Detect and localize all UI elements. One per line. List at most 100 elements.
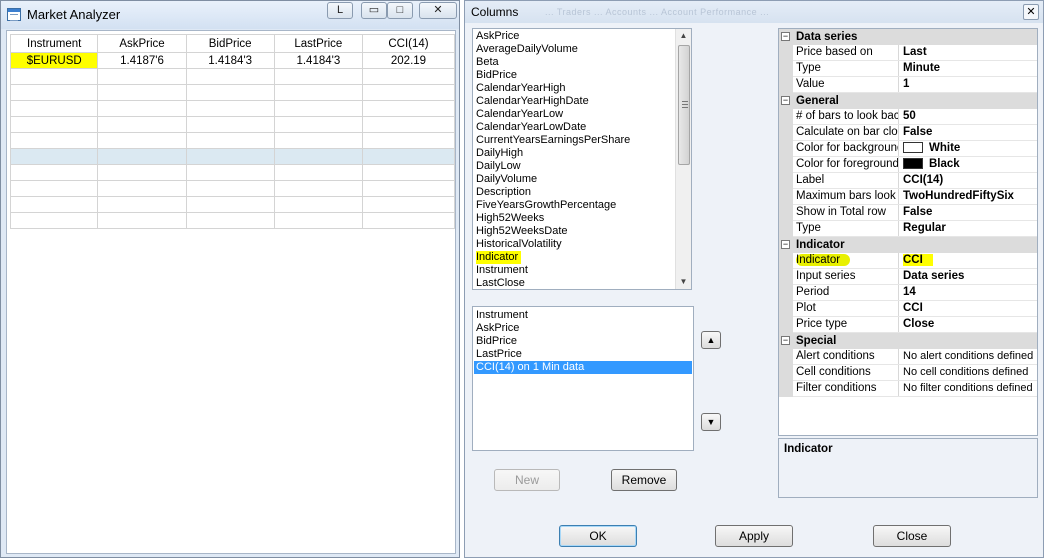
property-row[interactable]: Value 1	[779, 77, 1037, 93]
column-header[interactable]: Instrument	[9, 34, 99, 53]
property-row[interactable]: Alert conditions No alert conditions defi…	[779, 349, 1037, 365]
available-list-scrollbar[interactable]: ▲ ▼	[675, 29, 691, 289]
empty-row[interactable]	[9, 100, 456, 117]
scroll-thumb[interactable]	[678, 45, 690, 165]
market-analyzer-title: Market Analyzer	[27, 7, 121, 22]
property-row[interactable]: Price based on Last	[779, 45, 1037, 61]
collapse-icon[interactable]: −	[781, 32, 790, 41]
apply-button[interactable]: Apply	[715, 525, 793, 547]
available-columns-list[interactable]: AskPrice AverageDailyVolume Beta BidPric…	[472, 28, 692, 290]
bid-price-cell[interactable]: 1.4184'3	[185, 52, 275, 69]
column-header[interactable]: LastPrice	[273, 34, 363, 53]
cci-cell[interactable]: 202.19	[361, 52, 456, 69]
empty-row[interactable]	[9, 212, 456, 229]
move-up-button[interactable]: ▲	[701, 331, 721, 349]
move-down-button[interactable]: ▼	[701, 413, 721, 431]
category-general[interactable]: − General	[779, 93, 1037, 109]
property-row[interactable]: Type Minute	[779, 61, 1037, 77]
market-analyzer-titlebar[interactable]: Market Analyzer L ▭ □ ✕	[1, 1, 459, 29]
property-row[interactable]: Input series Data series	[779, 269, 1037, 285]
scroll-up-arrow-icon[interactable]: ▲	[676, 29, 691, 43]
property-row[interactable]: Price type Close	[779, 317, 1037, 333]
list-item[interactable]: AskPrice	[476, 30, 519, 43]
white-color-swatch	[903, 142, 923, 153]
list-item[interactable]: BidPrice	[476, 69, 517, 82]
collapse-icon[interactable]: −	[781, 96, 790, 105]
property-row[interactable]: Show in Total row False	[779, 205, 1037, 221]
property-row[interactable]: Label CCI(14)	[779, 173, 1037, 189]
column-header[interactable]: AskPrice	[97, 34, 187, 53]
ask-price-cell[interactable]: 1.4187'6	[97, 52, 187, 69]
property-row[interactable]: Color for foreground Black	[779, 157, 1037, 173]
category-data-series[interactable]: − Data series	[779, 29, 1037, 45]
category-special[interactable]: − Special	[779, 333, 1037, 349]
list-item[interactable]: CalendarYearLow	[476, 108, 563, 121]
list-item[interactable]: FiveYearsGrowthPercentage	[476, 199, 616, 212]
columns-dialog-titlebar[interactable]: Columns ... Traders ... Accounts ... Acc…	[465, 1, 1043, 23]
empty-row[interactable]	[9, 132, 456, 149]
ok-button[interactable]: OK	[559, 525, 637, 547]
property-row[interactable]: Type Regular	[779, 221, 1037, 237]
remove-button[interactable]: Remove	[611, 469, 677, 491]
property-row[interactable]: Maximum bars look backTwoHundredFiftySix	[779, 189, 1037, 205]
category-indicator[interactable]: − Indicator	[779, 237, 1037, 253]
collapse-icon[interactable]: −	[781, 336, 790, 345]
empty-row[interactable]	[9, 164, 456, 181]
list-item[interactable]: LastPrice	[474, 348, 692, 361]
property-row[interactable]: Period 14	[779, 285, 1037, 301]
list-item-selected[interactable]: CCI(14) on 1 Min data	[474, 361, 692, 374]
close-icon[interactable]: ✕	[419, 2, 457, 19]
empty-row[interactable]	[9, 68, 456, 85]
property-row[interactable]: # of bars to look back 50	[779, 109, 1037, 125]
minimize-icon[interactable]: ▭	[361, 2, 387, 19]
last-price-cell[interactable]: 1.4184'3	[273, 52, 363, 69]
column-header[interactable]: CCI(14)	[361, 34, 456, 53]
property-row-indicator[interactable]: Indicator CCI	[779, 253, 1037, 269]
list-item[interactable]: CalendarYearHighDate	[476, 95, 589, 108]
property-row[interactable]: Plot CCI	[779, 301, 1037, 317]
list-item[interactable]: Description	[476, 186, 531, 199]
close-icon[interactable]: ✕	[1023, 4, 1039, 20]
property-row[interactable]: Cell conditions No cell conditions define…	[779, 365, 1037, 381]
list-item[interactable]: AskPrice	[474, 322, 692, 335]
list-item[interactable]: Beta	[476, 56, 499, 69]
empty-row[interactable]	[9, 180, 456, 197]
list-item[interactable]: CurrentYearsEarningsPerShare	[476, 134, 630, 147]
property-row[interactable]: Color for background White	[779, 141, 1037, 157]
list-item[interactable]: DailyHigh	[476, 147, 523, 160]
table-row[interactable]: $EURUSD 1.4187'6 1.4184'3 1.4184'3 202.1…	[9, 52, 456, 69]
list-item[interactable]: Instrument	[474, 309, 692, 322]
list-item[interactable]: AverageDailyVolume	[476, 43, 578, 56]
property-grid[interactable]: − Data series Price based on Last Type Min…	[778, 28, 1038, 436]
grid-app-icon	[7, 8, 21, 21]
list-item[interactable]: CalendarYearLowDate	[476, 121, 586, 134]
list-item[interactable]: DailyLow	[476, 160, 521, 173]
link-button[interactable]: L	[327, 2, 353, 19]
scroll-down-arrow-icon[interactable]: ▼	[676, 275, 691, 289]
list-item[interactable]: HistoricalVolatility	[476, 238, 562, 251]
empty-row[interactable]	[9, 84, 456, 101]
market-analyzer-window: Market Analyzer L ▭ □ ✕ Instrument AskPr…	[0, 0, 460, 558]
list-item[interactable]: DailyVolume	[476, 173, 537, 186]
column-header[interactable]: BidPrice	[185, 34, 275, 53]
new-button[interactable]: New	[494, 469, 560, 491]
list-item[interactable]: LastClose	[476, 277, 525, 289]
collapse-icon[interactable]: −	[781, 240, 790, 249]
list-item[interactable]: Instrument	[476, 264, 528, 277]
instrument-cell[interactable]: $EURUSD	[9, 52, 99, 69]
empty-row-selected[interactable]	[9, 148, 456, 165]
property-row[interactable]: Calculate on bar close False	[779, 125, 1037, 141]
black-color-swatch	[903, 158, 923, 169]
selected-columns-list[interactable]: Instrument AskPrice BidPrice LastPrice C…	[472, 306, 694, 451]
columns-dialog-title: Columns	[471, 5, 519, 19]
list-item[interactable]: CalendarYearHigh	[476, 82, 566, 95]
close-button[interactable]: Close	[873, 525, 951, 547]
empty-row[interactable]	[9, 116, 456, 133]
list-item[interactable]: High52WeeksDate	[476, 225, 568, 238]
maximize-icon[interactable]: □	[387, 2, 413, 19]
property-row[interactable]: Filter conditions No filter conditions de…	[779, 381, 1037, 397]
list-item[interactable]: BidPrice	[474, 335, 692, 348]
list-item-indicator-highlighted[interactable]: Indicator	[476, 251, 522, 264]
empty-row[interactable]	[9, 196, 456, 213]
list-item[interactable]: High52Weeks	[476, 212, 544, 225]
